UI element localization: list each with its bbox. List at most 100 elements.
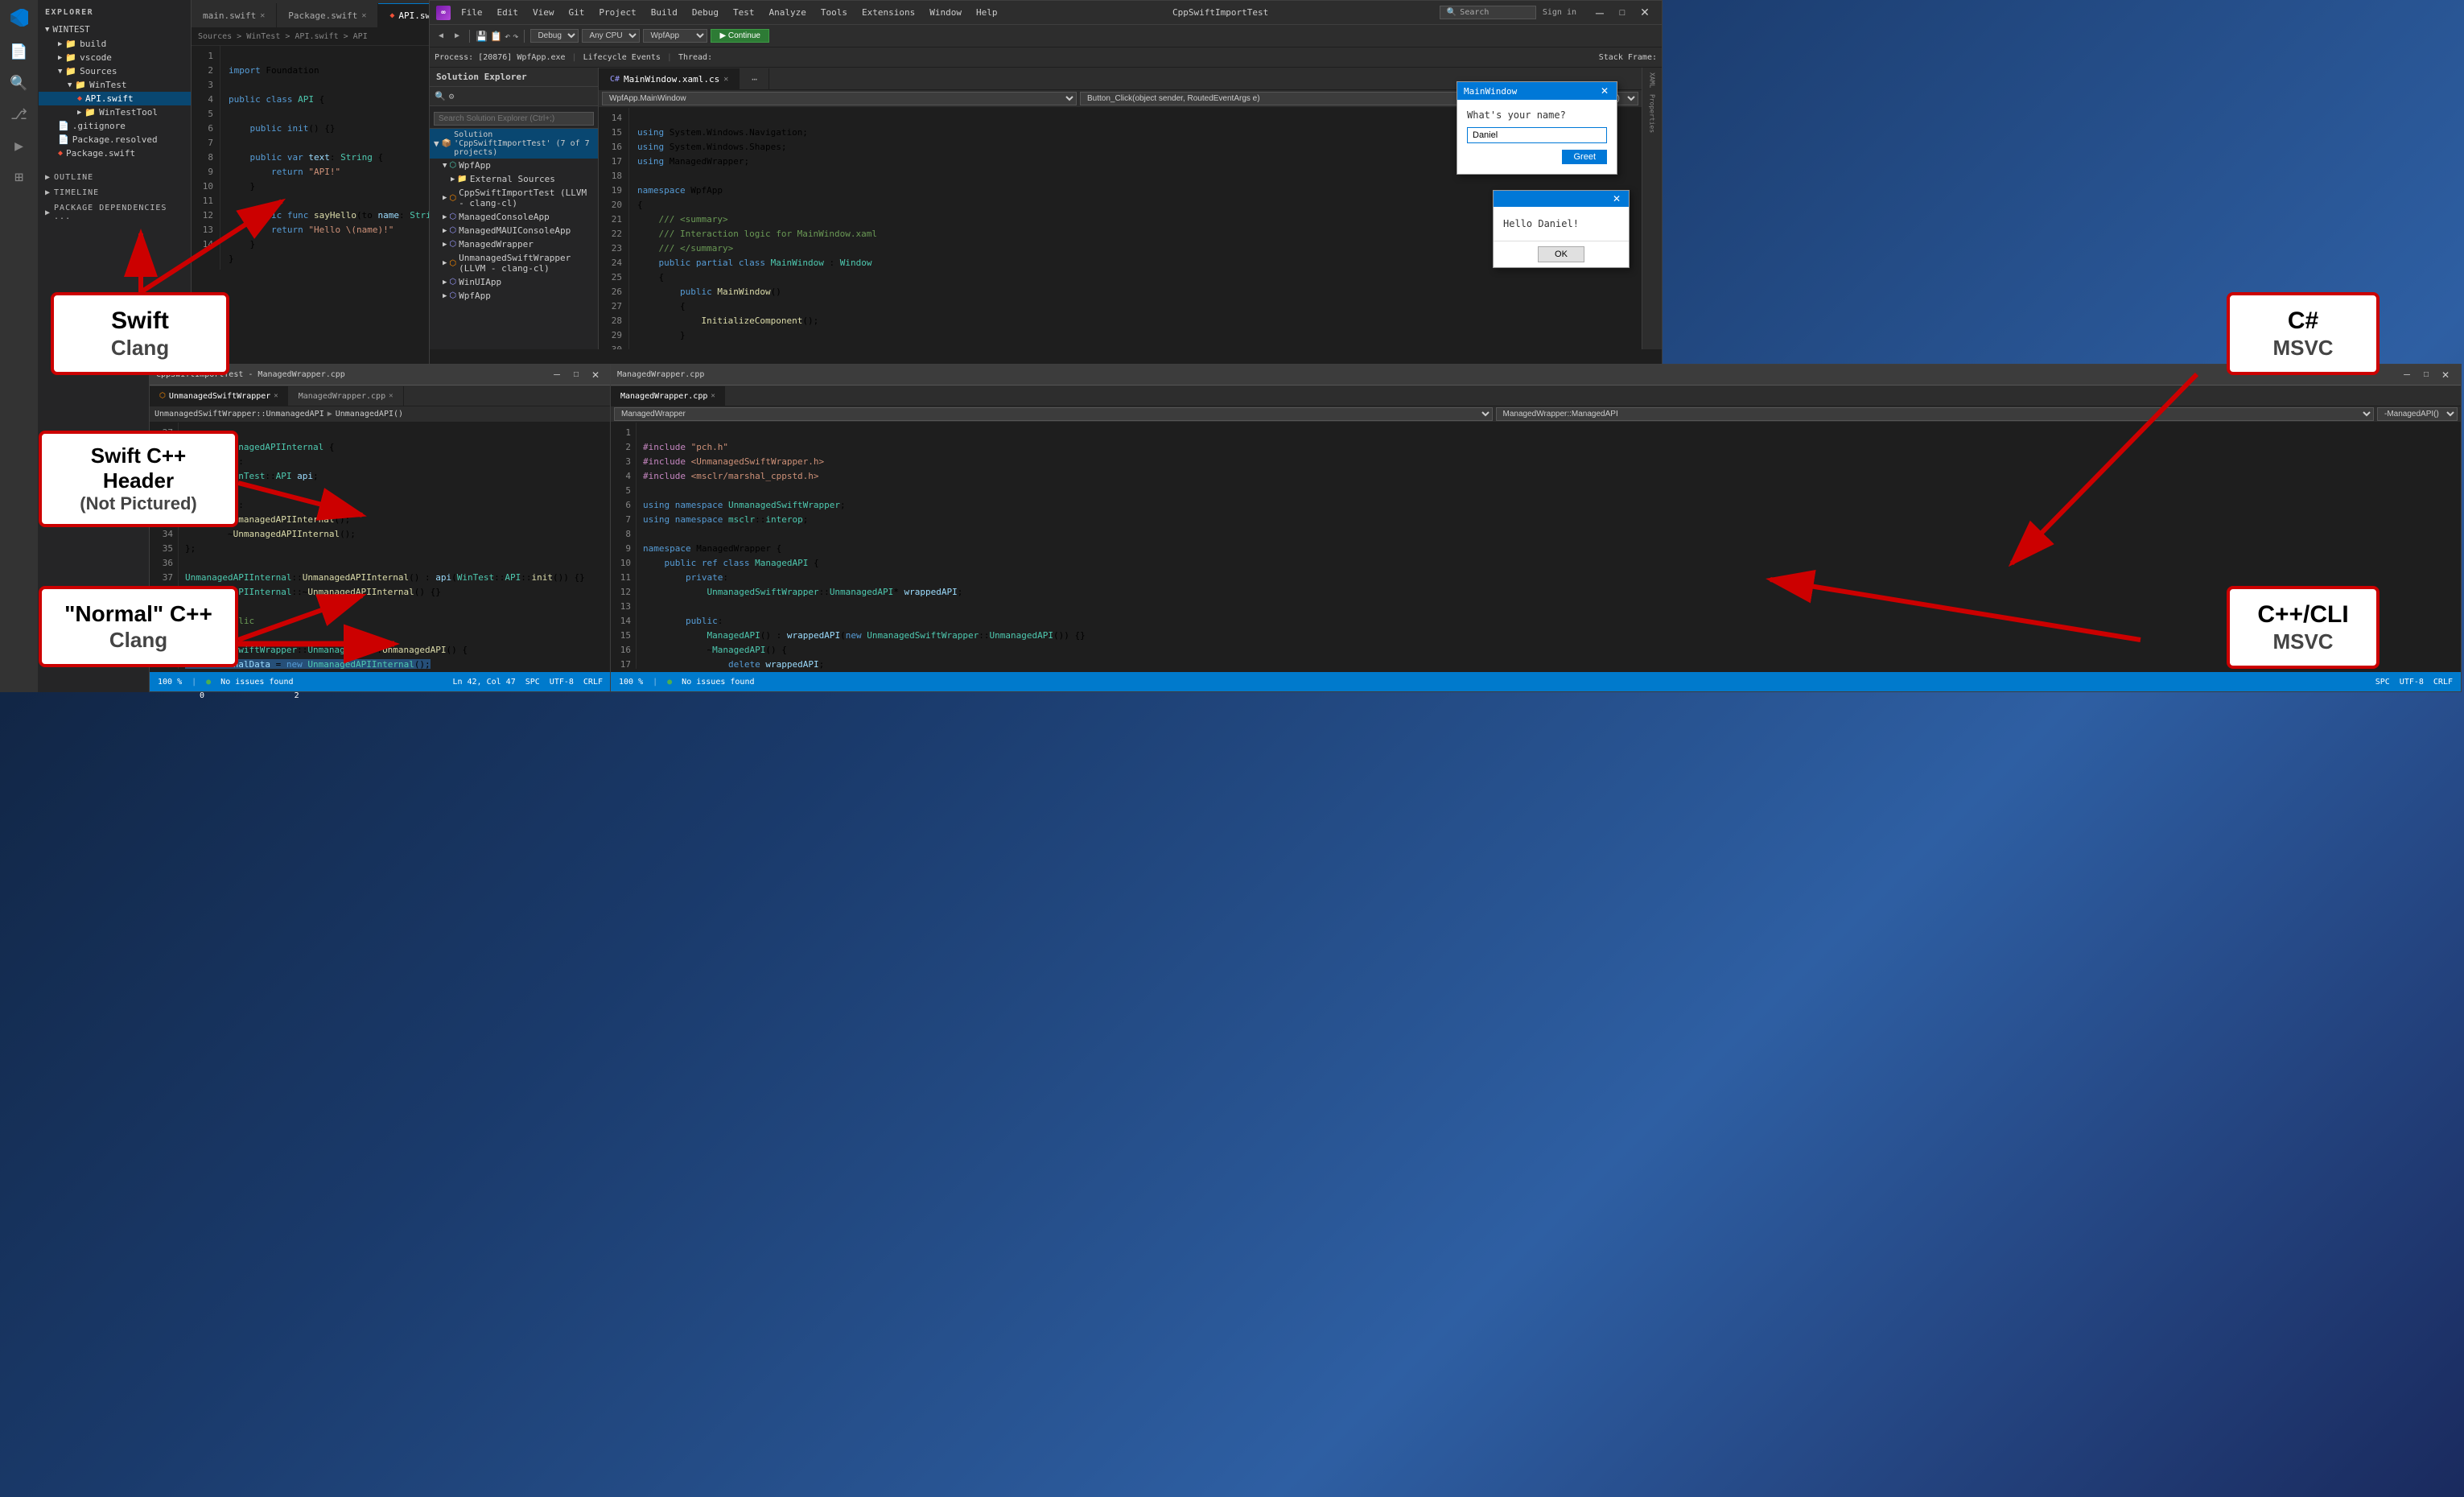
sidebar-item-wintest[interactable]: ▼ WINTEST: [39, 22, 191, 37]
sidebar-item-vscode[interactable]: ▶ 📁 vscode: [39, 51, 191, 64]
vs-signin[interactable]: Sign in: [1543, 8, 1576, 17]
sidebar-item-package-resolved[interactable]: 📄 Package.resolved: [39, 133, 191, 146]
tab-br-managed-wrapper[interactable]: ManagedWrapper.cpp ✕: [611, 386, 726, 406]
bl-encoding: UTF-8: [550, 678, 574, 687]
se-unmanaged-wrapper[interactable]: ▶ ⬡ UnmanagedSwiftWrapper (LLVM - clang-…: [430, 251, 598, 275]
tab-package-swift[interactable]: Package.swift ✕: [277, 3, 378, 27]
tab-main-swift[interactable]: main.swift ✕: [192, 3, 277, 27]
bl-minimize-btn[interactable]: ─: [548, 368, 566, 382]
dialog-close-btn[interactable]: ✕: [1599, 85, 1610, 97]
br-statusbar: 100 % | ● No issues found SPC UTF-8 CRLF: [611, 672, 2461, 691]
package-deps-header[interactable]: ▶PACKAGE DEPENDENCIES ...: [39, 200, 191, 225]
br-namespace-select[interactable]: ManagedWrapper: [614, 407, 1493, 421]
vs-line-numbers: 1415161718 1920212223 2425262728 2930313…: [599, 108, 629, 349]
process-label: Process: [20876] WpfApp.exe: [435, 53, 566, 62]
vs-search-box[interactable]: 🔍Search: [1440, 6, 1536, 19]
sidebar-item-wintest-tool[interactable]: ▶ 📁 WinTestTool: [39, 105, 191, 119]
git-icon[interactable]: ⎇: [10, 106, 27, 123]
annotation-cpp-cli: C++/CLI MSVC: [2227, 586, 2380, 669]
sidebar-item-wintest-sub[interactable]: ▼ 📁 WinTest: [39, 78, 191, 92]
debug-activity-icon[interactable]: ▶: [14, 138, 23, 155]
sidebar-item-build[interactable]: ▶ 📁 build: [39, 37, 191, 51]
vs-namespace-select[interactable]: WpfApp.MainWindow: [602, 92, 1077, 105]
search-activity-icon[interactable]: 🔍: [10, 75, 27, 92]
se-search-input[interactable]: [434, 112, 594, 126]
vs-minimize-btn[interactable]: ─: [1589, 4, 1610, 22]
br-close-btn[interactable]: ✕: [2437, 368, 2454, 382]
se-wpfapp-bottom[interactable]: ▶ ⬡ WpfApp: [430, 289, 598, 303]
annotation-csharp-msvc: C# MSVC: [2227, 292, 2380, 375]
explorer-icon[interactable]: 📄: [10, 43, 27, 60]
tab-mainwindow-xaml-cs[interactable]: C# MainWindow.xaml.cs ✕: [599, 68, 740, 89]
br-member-select[interactable]: ManagedWrapper::ManagedAPI: [1496, 407, 2375, 421]
continue-btn[interactable]: ▶ Continue: [711, 29, 769, 43]
stack-label: Stack Frame:: [1599, 53, 1657, 62]
se-header: Solution Explorer: [430, 68, 598, 87]
se-tree: ▼ 📦 Solution 'CppSwiftImportTest' (7 of …: [430, 129, 598, 349]
br-win-controls: ─ □ ✕: [2398, 368, 2454, 382]
ann-swift-subtitle: Clang: [70, 336, 210, 361]
debug-config-select[interactable]: Debug: [530, 29, 579, 43]
br-no-issues-dot: ●: [667, 678, 672, 687]
platform-select[interactable]: Any CPU: [582, 29, 640, 43]
br-zoom: 100 %: [619, 678, 643, 687]
toolbar-fwd-btn[interactable]: ▶: [451, 30, 464, 42]
br-code-text: #include "pch.h" #include <UnmanagedSwif…: [637, 423, 1092, 669]
br-no-issues-text: No issues found: [682, 678, 754, 687]
ann-swift-cpp-title: Swift C++ Header: [55, 443, 222, 493]
se-wpfapp-top[interactable]: ▼ ⬡ WpfApp: [430, 159, 598, 172]
toolbar-back-btn[interactable]: ◀: [435, 30, 447, 42]
tab-unmanaged-wrapper[interactable]: ⬡ UnmanagedSwiftWrapper ✕: [150, 386, 289, 406]
ann-swift-cpp-subtitle: (Not Pictured): [55, 493, 222, 514]
se-cpp-swift[interactable]: ▶ ⬡ CppSwiftImportTest (LLVM - clang-cl): [430, 186, 598, 210]
dialog-hello-footer: OK: [1494, 241, 1629, 267]
ann-normal-cpp-title: "Normal" C++: [58, 600, 219, 628]
vscode-activity-bar: 📄 🔍 ⎇ ▶ ⊞: [0, 0, 39, 692]
bl-win-controls: ─ □ ✕: [548, 368, 604, 382]
se-managed-wrapper[interactable]: ▶ ⬡ ManagedWrapper: [430, 237, 598, 251]
bl-ln-col: Ln 42, Col 47: [452, 678, 515, 687]
code-content: import Foundation public class API { pub…: [220, 46, 431, 270]
vs-code-content: using System.Windows.Navigation; using S…: [629, 108, 1003, 349]
dialog-hello: ✕ Hello Daniel! OK: [1493, 190, 1630, 268]
target-select[interactable]: WpfApp: [643, 29, 707, 43]
sidebar-item-sources[interactable]: ▼ 📁 Sources: [39, 64, 191, 78]
se-managed-maui[interactable]: ▶ ⬡ ManagedMAUIConsoleApp: [430, 224, 598, 237]
br-minimize-btn[interactable]: ─: [2398, 368, 2416, 382]
vscode-breadcrumb: Sources > WinTest > API.swift > API: [192, 28, 431, 46]
vs-titlebar: ∞ File Edit View Git Project Build Debug…: [430, 1, 1662, 25]
dialog-name-input[interactable]: [1467, 127, 1607, 143]
bl-zoom: 100 %: [158, 678, 182, 687]
bl-no-issues-dot: ●: [206, 678, 211, 687]
ann-swift-title: Swift: [70, 307, 210, 336]
timeline-header[interactable]: ▶TIMELINE: [39, 185, 191, 200]
se-external-sources[interactable]: ▶ 📁 External Sources: [430, 172, 598, 186]
br-tabs: ManagedWrapper.cpp ✕: [611, 386, 2461, 406]
extensions-icon[interactable]: ⊞: [14, 169, 23, 186]
sidebar-item-package-swift[interactable]: ◆ Package.swift: [39, 146, 191, 160]
sidebar-item-api-swift[interactable]: ◆ API.swift: [39, 92, 191, 105]
br-encoding: UTF-8: [2400, 678, 2424, 687]
dialog-greet: MainWindow ✕ What's your name? Greet: [1457, 81, 1617, 175]
se-solution-item[interactable]: ▼ 📦 Solution 'CppSwiftImportTest' (7 of …: [430, 129, 598, 159]
se-managed-console[interactable]: ▶ ⬡ ManagedConsoleApp: [430, 210, 598, 224]
ok-btn[interactable]: OK: [1538, 246, 1584, 262]
tab-managed-wrapper-cpp[interactable]: ManagedWrapper.cpp ✕: [289, 386, 404, 406]
se-winui[interactable]: ▶ ⬡ WinUIApp: [430, 275, 598, 289]
sidebar-item-gitignore[interactable]: 📄 .gitignore: [39, 119, 191, 133]
dialog-greet-body: What's your name? Greet: [1457, 100, 1617, 174]
bl-close-btn[interactable]: ✕: [587, 368, 604, 382]
dialog-hello-titlebar: ✕: [1494, 191, 1629, 207]
greet-btn[interactable]: Greet: [1562, 150, 1607, 164]
outline-header[interactable]: ▶OUTLINE: [39, 170, 191, 185]
hello-close-btn[interactable]: ✕: [1611, 193, 1622, 204]
tab-more[interactable]: ⋯: [740, 68, 769, 89]
bl-maximize-btn[interactable]: □: [567, 368, 585, 382]
br-nav-select[interactable]: -ManagedAPI(): [2377, 407, 2458, 421]
br-maximize-btn[interactable]: □: [2417, 368, 2435, 382]
toolbar-icons: 💾 📋 ↶ ↷: [476, 31, 518, 42]
br-code-container[interactable]: 12345 678910 1112131415 1617181920 21222…: [611, 423, 2461, 669]
outline-section: ▶OUTLINE ▶TIMELINE ▶PACKAGE DEPENDENCIES…: [39, 170, 191, 225]
vs-maximize-btn[interactable]: □: [1612, 4, 1633, 22]
vs-close-btn[interactable]: ✕: [1634, 4, 1655, 22]
